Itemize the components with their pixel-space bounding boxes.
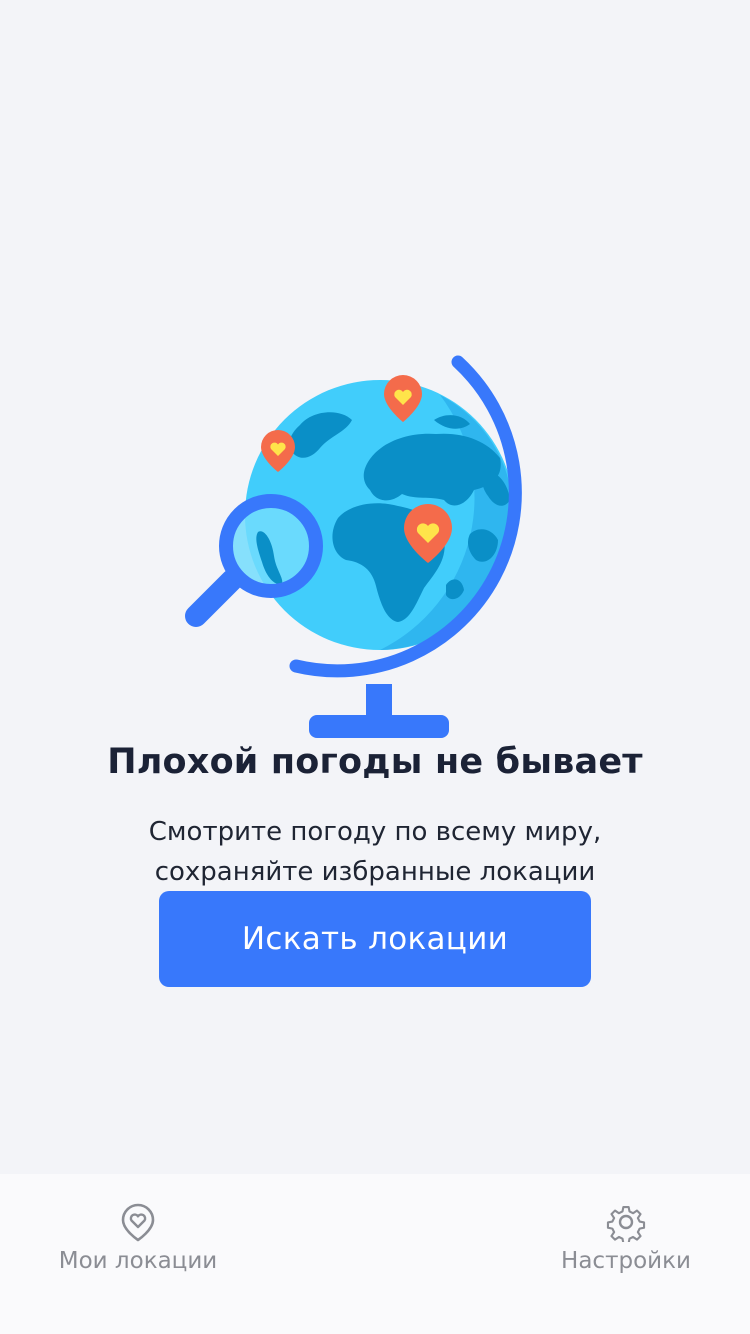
tab-label: Мои локации xyxy=(58,1248,218,1274)
empty-state-description: Смотрите погоду по всему миру, сохраняйт… xyxy=(0,812,750,892)
description-line: сохраняйте избранные локации xyxy=(154,857,596,887)
bottom-tab-bar: Мои локации Настройки xyxy=(0,1174,750,1334)
tab-label: Настройки xyxy=(561,1248,691,1274)
tab-my-locations[interactable]: Мои локации xyxy=(18,1174,258,1304)
globe-stand xyxy=(309,684,449,738)
heart-pin-icon xyxy=(121,1203,155,1242)
description-line: Смотрите погоду по всему миру, xyxy=(148,817,602,847)
globe-illustration xyxy=(185,355,522,738)
gear-icon xyxy=(606,1205,646,1242)
tab-settings[interactable]: Настройки xyxy=(506,1174,746,1304)
empty-state-screen: Плохой погоды не бывает Смотрите погоду … xyxy=(0,0,750,1334)
search-locations-button[interactable]: Искать локации xyxy=(159,891,591,987)
empty-state-title: Плохой погоды не бывает xyxy=(107,742,643,782)
